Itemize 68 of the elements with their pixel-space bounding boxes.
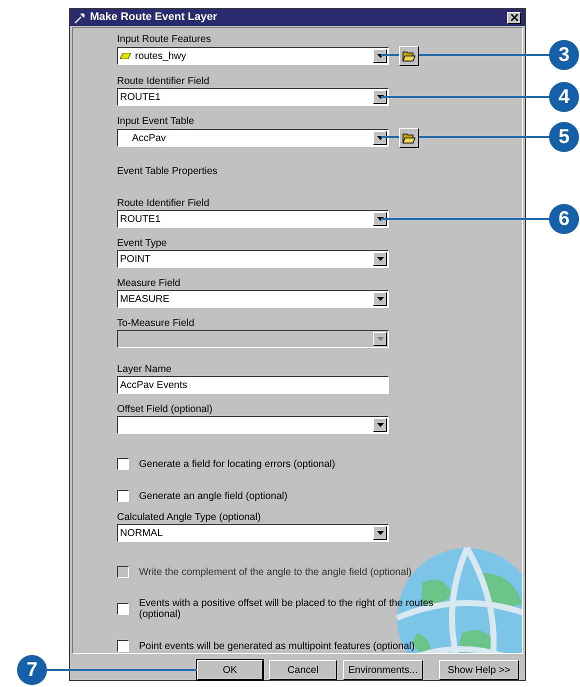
dropdown-field[interactable]	[117, 416, 389, 434]
dropdown-field[interactable]: ROUTE1	[117, 210, 389, 228]
dropdown-field[interactable]: POINT	[117, 250, 389, 268]
caret-icon	[376, 531, 384, 535]
field-label: Input Event Table	[117, 116, 196, 128]
field-value: ROUTE1	[120, 212, 161, 226]
checkbox-label: Events with a positive offset will be placed to the right of the routes (optional)	[139, 598, 434, 620]
callout-number: 4	[549, 82, 579, 112]
field-value: ROUTE1	[120, 90, 161, 104]
dropdown-arrow-button[interactable]	[373, 252, 387, 266]
checkbox[interactable]	[117, 603, 129, 615]
checkbox[interactable]	[117, 458, 129, 470]
callout-number: 6	[549, 204, 579, 234]
browse-button[interactable]	[399, 46, 419, 66]
field-label: Route Identifier Field	[117, 198, 210, 210]
dropdown-arrow-button[interactable]	[373, 212, 387, 226]
folder-icon	[402, 50, 416, 62]
checkbox[interactable]	[117, 490, 129, 502]
dialog-button[interactable]: Environments...	[343, 660, 423, 680]
field-label: Route Identifier Field	[117, 76, 210, 88]
field-label: Event Type	[117, 238, 168, 250]
dropdown-arrow-button[interactable]	[373, 90, 387, 104]
section-heading: Event Table Properties	[117, 166, 218, 177]
dialog-button[interactable]: Cancel	[269, 660, 337, 680]
caret-icon	[376, 423, 384, 427]
field-value: AccPav Events	[120, 378, 188, 392]
checkbox-label: Generate a field for locating errors (optional)	[139, 458, 336, 470]
field-value: routes_hwy	[135, 50, 186, 64]
dropdown-field[interactable]: ROUTE1	[117, 88, 389, 106]
field-label: Measure Field	[117, 278, 182, 290]
close-icon	[510, 14, 518, 21]
callout-number: 7	[17, 655, 47, 685]
dialog-button[interactable]: OK	[197, 660, 263, 680]
line-layer-icon	[120, 53, 131, 59]
dropdown-arrow-button[interactable]	[373, 131, 387, 145]
dropdown-arrow-button[interactable]	[373, 418, 387, 432]
checkbox[interactable]	[117, 640, 129, 652]
dropdown-field[interactable]: AccPav	[117, 129, 389, 147]
field-label: Offset Field (optional)	[117, 404, 214, 416]
dropdown-field[interactable]: MEASURE	[117, 290, 389, 308]
checkbox-label: Point events will be generated as multipoint features (optional)	[139, 640, 415, 652]
window-title: Make Route Event Layer	[90, 10, 218, 26]
caret-icon	[376, 337, 384, 341]
close-button[interactable]	[507, 12, 521, 24]
field-value: POINT	[120, 252, 151, 266]
checkbox-label: Generate an angle field (optional)	[139, 490, 288, 502]
dialog-button[interactable]: Show Help >>	[439, 660, 519, 680]
callout-number: 5	[549, 122, 579, 152]
dropdown-field[interactable]: NORMAL	[117, 524, 389, 542]
dropdown-field[interactable]: routes_hwy	[117, 47, 389, 65]
checkbox-label: Write the complement of the angle to the angle field (optional)	[139, 566, 412, 578]
field-value: NORMAL	[120, 526, 163, 540]
hammer-icon	[74, 12, 86, 24]
field-label: To-Measure Field	[117, 318, 196, 330]
dropdown-arrow-button[interactable]	[373, 49, 387, 63]
field-label: Layer Name	[117, 364, 172, 376]
callout-number: 3	[549, 40, 579, 70]
dropdown-arrow-button[interactable]	[373, 526, 387, 540]
field-label: Input Route Features	[117, 34, 212, 46]
browse-button[interactable]	[399, 128, 419, 148]
field-value: AccPav	[131, 132, 166, 146]
caret-icon	[376, 257, 384, 261]
input-field[interactable]: AccPav Events	[117, 376, 389, 394]
dropdown-arrow-button[interactable]	[373, 292, 387, 306]
field-value: MEASURE	[120, 292, 170, 306]
folder-icon	[402, 132, 416, 144]
field-label: Calculated Angle Type (optional)	[117, 512, 262, 524]
caret-icon	[376, 297, 384, 301]
